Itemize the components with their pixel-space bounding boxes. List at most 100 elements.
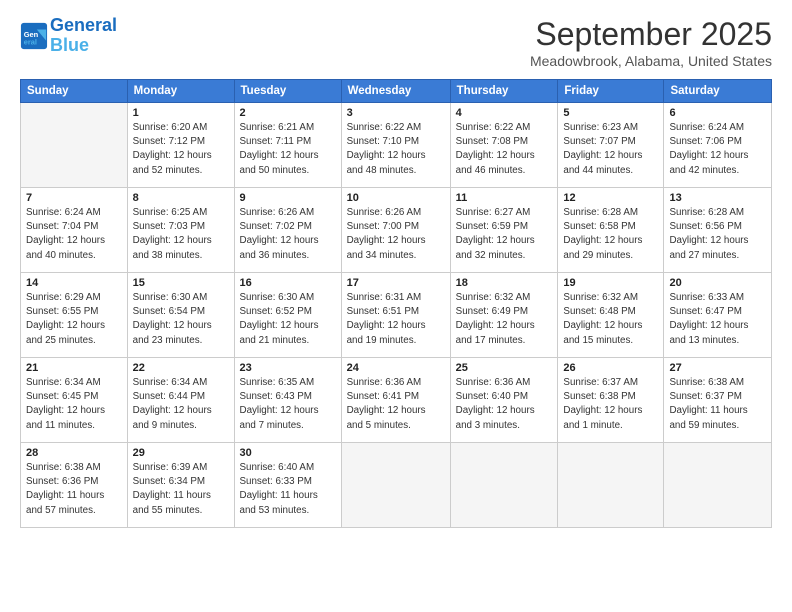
calendar-cell: 15 Sunrise: 6:30 AM Sunset: 6:54 PM Dayli… (127, 273, 234, 358)
day-info: Sunrise: 6:34 AM Sunset: 6:45 PM Dayligh… (26, 376, 122, 433)
calendar-cell: 6Sunrise: 6:24 AM Sunset: 7:06 PM Daylig… (664, 103, 772, 188)
calendar-cell: 19 Sunrise: 6:32 AM Sunset: 6:48 PM Dayli… (558, 273, 664, 358)
day-info: Sunrise: 6:33 AM Sunset: 6:47 PM Dayligh… (669, 291, 766, 348)
calendar-cell: 25 Sunrise: 6:36 AM Sunset: 6:40 PM Dayli… (450, 358, 558, 443)
day-number: 16 (240, 277, 336, 289)
weekday-header-wednesday: Wednesday (341, 80, 450, 103)
day-info: Sunrise: 6:30 AM Sunset: 6:52 PM Dayligh… (240, 291, 336, 348)
day-info: Sunrise: 6:35 AM Sunset: 6:43 PM Dayligh… (240, 376, 336, 433)
day-number: 30 (240, 447, 336, 459)
calendar-cell: 22 Sunrise: 6:34 AM Sunset: 6:44 PM Dayli… (127, 358, 234, 443)
day-info: Sunrise: 6:28 AM Sunset: 6:56 PM Dayligh… (669, 206, 766, 263)
day-info: Sunrise: 6:39 AM Sunset: 6:34 PM Dayligh… (133, 461, 229, 518)
day-number: 20 (669, 277, 766, 289)
day-info: Sunrise: 6:36 AM Sunset: 6:41 PM Dayligh… (347, 376, 445, 433)
day-number: 8 (133, 192, 229, 204)
calendar-cell: 8 Sunrise: 6:25 AM Sunset: 7:03 PM Daylig… (127, 188, 234, 273)
day-number: 2 (240, 107, 336, 119)
calendar-cell (450, 443, 558, 528)
calendar-cell: 4Sunrise: 6:22 AM Sunset: 7:08 PM Daylig… (450, 103, 558, 188)
day-number: 27 (669, 362, 766, 374)
weekday-header-monday: Monday (127, 80, 234, 103)
calendar-cell: 12 Sunrise: 6:28 AM Sunset: 6:58 PM Dayli… (558, 188, 664, 273)
day-number: 24 (347, 362, 445, 374)
day-number: 6 (669, 107, 766, 119)
logo-icon: Gen eral (20, 22, 48, 50)
calendar-page: Gen eral GeneralBlue September 2025 Mead… (0, 0, 792, 612)
calendar-cell (21, 103, 128, 188)
calendar-cell: 24 Sunrise: 6:36 AM Sunset: 6:41 PM Dayli… (341, 358, 450, 443)
calendar-cell: 5 Sunrise: 6:23 AM Sunset: 7:07 PM Daylig… (558, 103, 664, 188)
header: Gen eral GeneralBlue September 2025 Mead… (20, 16, 772, 69)
day-number: 13 (669, 192, 766, 204)
day-info: Sunrise: 6:29 AM Sunset: 6:55 PM Dayligh… (26, 291, 122, 348)
day-number: 4 (456, 107, 553, 119)
day-info: Sunrise: 6:26 AM Sunset: 7:00 PM Dayligh… (347, 206, 445, 263)
day-info: Sunrise: 6:36 AM Sunset: 6:40 PM Dayligh… (456, 376, 553, 433)
day-number: 11 (456, 192, 553, 204)
day-number: 28 (26, 447, 122, 459)
svg-text:eral: eral (24, 37, 37, 46)
day-info: Sunrise: 6:25 AM Sunset: 7:03 PM Dayligh… (133, 206, 229, 263)
calendar-cell: 30 Sunrise: 6:40 AM Sunset: 6:33 PM Dayli… (234, 443, 341, 528)
day-info: Sunrise: 6:38 AM Sunset: 6:37 PM Dayligh… (669, 376, 766, 433)
weekday-header-sunday: Sunday (21, 80, 128, 103)
week-row-4: 21 Sunrise: 6:34 AM Sunset: 6:45 PM Dayli… (21, 358, 772, 443)
day-info: Sunrise: 6:40 AM Sunset: 6:33 PM Dayligh… (240, 461, 336, 518)
calendar-cell: 20 Sunrise: 6:33 AM Sunset: 6:47 PM Dayli… (664, 273, 772, 358)
day-number: 29 (133, 447, 229, 459)
day-number: 15 (133, 277, 229, 289)
day-number: 5 (563, 107, 658, 119)
day-number: 1 (133, 107, 229, 119)
calendar-cell (664, 443, 772, 528)
month-title: September 2025 (530, 16, 772, 53)
weekday-header-thursday: Thursday (450, 80, 558, 103)
calendar-cell: 18Sunrise: 6:32 AM Sunset: 6:49 PM Dayli… (450, 273, 558, 358)
week-row-3: 14 Sunrise: 6:29 AM Sunset: 6:55 PM Dayli… (21, 273, 772, 358)
logo: Gen eral GeneralBlue (20, 16, 117, 56)
calendar-cell: 26Sunrise: 6:37 AM Sunset: 6:38 PM Dayli… (558, 358, 664, 443)
weekday-header-saturday: Saturday (664, 80, 772, 103)
day-info: Sunrise: 6:28 AM Sunset: 6:58 PM Dayligh… (563, 206, 658, 263)
calendar-table: SundayMondayTuesdayWednesdayThursdayFrid… (20, 79, 772, 528)
day-number: 10 (347, 192, 445, 204)
day-info: Sunrise: 6:38 AM Sunset: 6:36 PM Dayligh… (26, 461, 122, 518)
day-number: 12 (563, 192, 658, 204)
day-info: Sunrise: 6:32 AM Sunset: 6:48 PM Dayligh… (563, 291, 658, 348)
week-row-1: 1 Sunrise: 6:20 AM Sunset: 7:12 PM Daylig… (21, 103, 772, 188)
day-number: 14 (26, 277, 122, 289)
calendar-cell: 13 Sunrise: 6:28 AM Sunset: 6:56 PM Dayli… (664, 188, 772, 273)
calendar-cell: 11 Sunrise: 6:27 AM Sunset: 6:59 PM Dayli… (450, 188, 558, 273)
calendar-cell: 14 Sunrise: 6:29 AM Sunset: 6:55 PM Dayli… (21, 273, 128, 358)
day-info: Sunrise: 6:27 AM Sunset: 6:59 PM Dayligh… (456, 206, 553, 263)
week-row-2: 7Sunrise: 6:24 AM Sunset: 7:04 PM Daylig… (21, 188, 772, 273)
calendar-cell: 9Sunrise: 6:26 AM Sunset: 7:02 PM Daylig… (234, 188, 341, 273)
day-number: 18 (456, 277, 553, 289)
day-info: Sunrise: 6:21 AM Sunset: 7:11 PM Dayligh… (240, 121, 336, 178)
calendar-cell: 1 Sunrise: 6:20 AM Sunset: 7:12 PM Daylig… (127, 103, 234, 188)
day-number: 19 (563, 277, 658, 289)
day-info: Sunrise: 6:31 AM Sunset: 6:51 PM Dayligh… (347, 291, 445, 348)
calendar-cell: 29 Sunrise: 6:39 AM Sunset: 6:34 PM Dayli… (127, 443, 234, 528)
day-info: Sunrise: 6:34 AM Sunset: 6:44 PM Dayligh… (133, 376, 229, 433)
day-info: Sunrise: 6:22 AM Sunset: 7:10 PM Dayligh… (347, 121, 445, 178)
day-info: Sunrise: 6:20 AM Sunset: 7:12 PM Dayligh… (133, 121, 229, 178)
day-info: Sunrise: 6:26 AM Sunset: 7:02 PM Dayligh… (240, 206, 336, 263)
day-info: Sunrise: 6:30 AM Sunset: 6:54 PM Dayligh… (133, 291, 229, 348)
calendar-cell (558, 443, 664, 528)
calendar-cell: 3 Sunrise: 6:22 AM Sunset: 7:10 PM Daylig… (341, 103, 450, 188)
day-number: 3 (347, 107, 445, 119)
calendar-cell: 10 Sunrise: 6:26 AM Sunset: 7:00 PM Dayli… (341, 188, 450, 273)
calendar-cell: 23 Sunrise: 6:35 AM Sunset: 6:43 PM Dayli… (234, 358, 341, 443)
day-number: 23 (240, 362, 336, 374)
calendar-cell: 17Sunrise: 6:31 AM Sunset: 6:51 PM Dayli… (341, 273, 450, 358)
weekday-header-friday: Friday (558, 80, 664, 103)
day-info: Sunrise: 6:24 AM Sunset: 7:04 PM Dayligh… (26, 206, 122, 263)
calendar-cell: 2 Sunrise: 6:21 AM Sunset: 7:11 PM Daylig… (234, 103, 341, 188)
day-number: 25 (456, 362, 553, 374)
day-number: 21 (26, 362, 122, 374)
day-number: 22 (133, 362, 229, 374)
day-info: Sunrise: 6:23 AM Sunset: 7:07 PM Dayligh… (563, 121, 658, 178)
week-row-5: 28 Sunrise: 6:38 AM Sunset: 6:36 PM Dayli… (21, 443, 772, 528)
calendar-cell: 16 Sunrise: 6:30 AM Sunset: 6:52 PM Dayli… (234, 273, 341, 358)
